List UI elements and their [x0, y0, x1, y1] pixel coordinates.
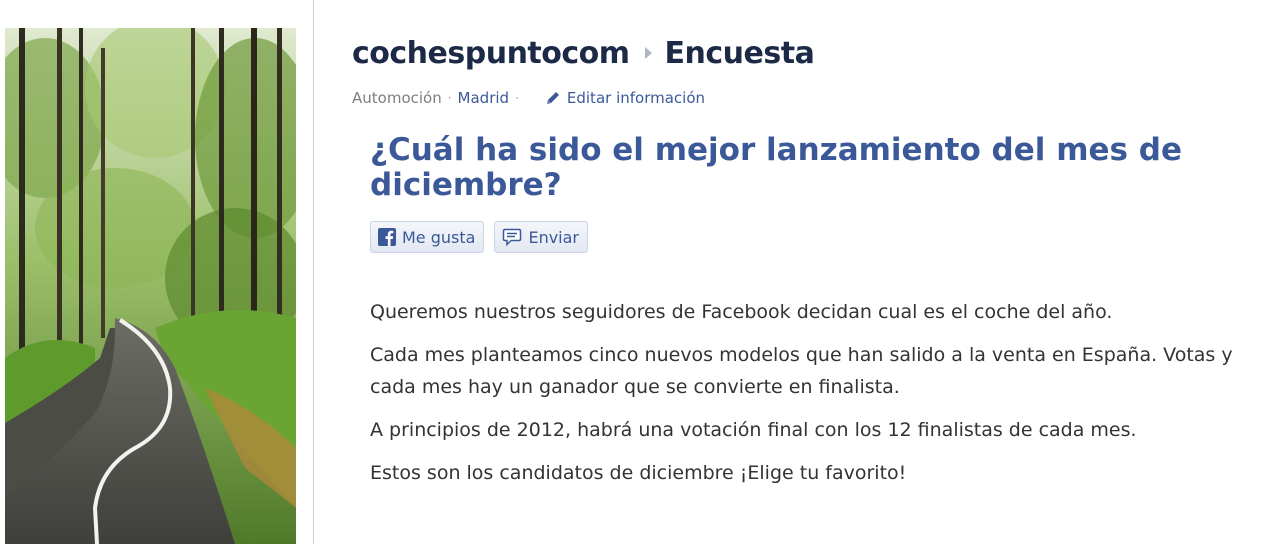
page-name-link[interactable]: cochespuntocom: [352, 36, 630, 71]
edit-info-label: Editar información: [566, 89, 706, 107]
like-button[interactable]: Me gusta: [370, 221, 485, 253]
profile-photo[interactable]: [5, 28, 296, 544]
meta-separator: ·: [447, 91, 452, 105]
poll-description: Queremos nuestros seguidores de Facebook…: [370, 296, 1270, 500]
section-title: Encuesta: [664, 35, 815, 71]
send-button[interactable]: Enviar: [494, 221, 588, 253]
category-label: Automoción: [352, 89, 442, 107]
speech-bubble-icon: [502, 228, 522, 246]
breadcrumb: cochespuntocom Encuesta: [352, 30, 815, 76]
poll-question: ¿Cuál ha sido el mejor lanzamiento del m…: [370, 132, 1182, 203]
facebook-f-icon: [378, 228, 396, 246]
social-buttons: Me gusta Enviar: [370, 221, 588, 255]
page-meta: Automoción · Madrid · Editar información: [352, 87, 705, 109]
description-paragraph: Cada mes planteamos cinco nuevos modelos…: [370, 344, 1233, 398]
edit-info-link[interactable]: Editar información: [545, 89, 705, 107]
location-link[interactable]: Madrid: [458, 89, 510, 107]
pencil-icon: [546, 92, 559, 104]
description-paragraph: Queremos nuestros seguidores de Facebook…: [370, 301, 1113, 323]
send-label: Enviar: [528, 227, 579, 247]
column-divider: [313, 0, 314, 544]
breadcrumb-arrow-icon: [644, 47, 652, 59]
description-paragraph: A principios de 2012, habrá una votación…: [370, 419, 1137, 441]
forest-road-image: [5, 28, 296, 544]
description-paragraph: Estos son los candidatos de diciembre ¡E…: [370, 462, 907, 484]
meta-separator: ·: [515, 91, 519, 105]
like-label: Me gusta: [402, 227, 476, 247]
